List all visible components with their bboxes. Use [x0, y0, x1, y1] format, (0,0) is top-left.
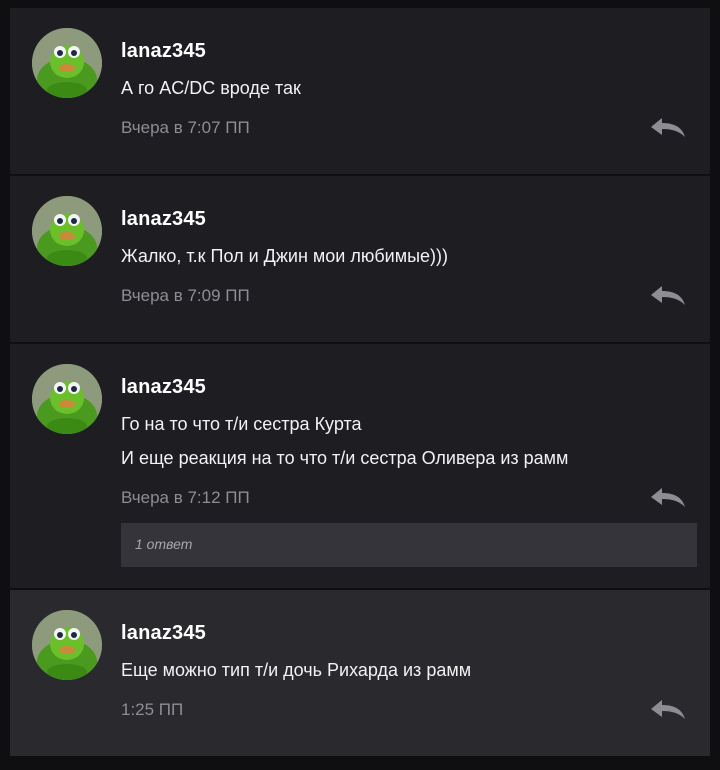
timestamp: 1:25 ПП — [121, 700, 184, 719]
frog-avatar-icon — [32, 364, 102, 434]
avatar[interactable] — [32, 196, 102, 266]
reply-button[interactable] — [648, 697, 688, 723]
comment-text: Жалко, т.к Пол и Джин мои любимые))) — [121, 246, 449, 266]
username[interactable]: lanaz345 — [121, 376, 206, 399]
reply-arrow-icon — [651, 118, 685, 137]
comment-item: lanaz345 Го на то что т/и сестра Курта И… — [10, 344, 710, 588]
comment-feed: lanaz345 А го AC/DC вроде так Вчера в 7:… — [0, 0, 720, 770]
comment-item: lanaz345 А го AC/DC вроде так Вчера в 7:… — [10, 8, 710, 174]
frog-avatar-icon — [32, 196, 102, 266]
view-replies-button[interactable]: 1 ответ — [121, 523, 697, 567]
reply-arrow-icon — [651, 286, 685, 305]
comment-text-line-2: И еще реакция на то что т/и сестра Оливе… — [121, 448, 569, 468]
reply-arrow-icon — [651, 700, 685, 719]
username[interactable]: lanaz345 — [121, 40, 206, 63]
frog-avatar-icon — [32, 610, 102, 680]
comment-text: Еще можно тип т/и дочь Рихарда из рамм — [121, 660, 472, 680]
username[interactable]: lanaz345 — [121, 622, 206, 645]
reply-arrow-icon — [651, 488, 685, 507]
reply-button[interactable] — [648, 283, 688, 309]
avatar[interactable] — [32, 28, 102, 98]
timestamp: Вчера в 7:09 ПП — [121, 286, 250, 305]
comment-text: А го AC/DC вроде так — [121, 78, 301, 98]
comment-text-line-1: Го на то что т/и сестра Курта — [121, 414, 362, 434]
avatar[interactable] — [32, 610, 102, 680]
comment-item: lanaz345 Еще можно тип т/и дочь Рихарда … — [10, 590, 710, 756]
frog-avatar-icon — [32, 28, 102, 98]
comment-item: lanaz345 Жалко, т.к Пол и Джин мои любим… — [10, 176, 710, 342]
reply-button[interactable] — [648, 115, 688, 141]
replies-count-label: 1 ответ — [135, 536, 193, 552]
reply-button[interactable] — [648, 485, 688, 511]
timestamp: Вчера в 7:12 ПП — [121, 488, 250, 507]
username[interactable]: lanaz345 — [121, 208, 206, 231]
timestamp: Вчера в 7:07 ПП — [121, 118, 250, 137]
avatar[interactable] — [32, 364, 102, 434]
